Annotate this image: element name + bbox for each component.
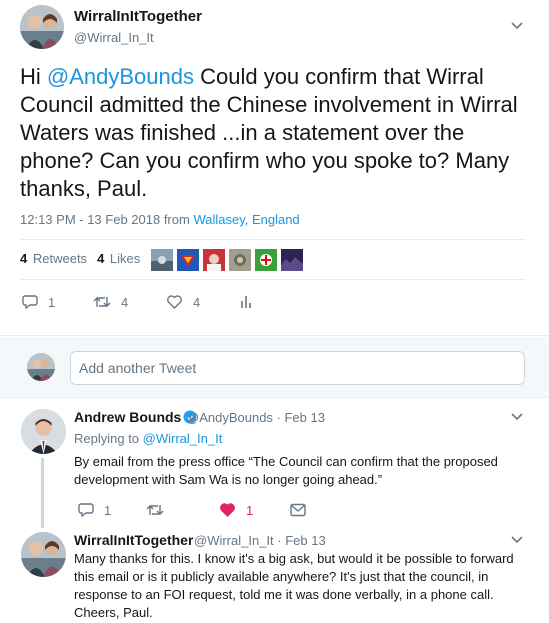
retweets-count: 4 bbox=[20, 251, 28, 266]
thread-connector bbox=[41, 458, 44, 528]
likes-count: 4 bbox=[97, 251, 105, 266]
reply-text: Many thanks for this. I know it's a big … bbox=[74, 551, 514, 620]
author-name[interactable]: WirralInItTogether bbox=[74, 8, 202, 25]
reply-date[interactable]: · Feb 13 bbox=[277, 533, 325, 548]
like-count: 1 bbox=[246, 502, 254, 518]
divider bbox=[0, 397, 549, 398]
heart-icon bbox=[167, 295, 182, 309]
like-button[interactable]: 1 bbox=[219, 499, 253, 521]
author-avatar[interactable] bbox=[20, 5, 64, 49]
reply-author-name[interactable]: WirralInItTogether bbox=[74, 532, 193, 548]
reply-icon bbox=[78, 503, 94, 518]
liker-avatar[interactable] bbox=[228, 248, 252, 272]
reply-button[interactable]: 1 bbox=[22, 291, 55, 313]
liker-avatar[interactable] bbox=[280, 248, 304, 272]
reply-count: 1 bbox=[104, 502, 112, 518]
main-tweet: WirralInItTogether @Wirral_In_It Hi @And… bbox=[0, 0, 549, 336]
tweet-stats: 4 Retweets 4 Likes bbox=[20, 251, 140, 266]
tweet-timestamp: 12:13 PM - 13 Feb 2018 from Wallasey, En… bbox=[20, 212, 300, 227]
likes-stat[interactable]: 4 Likes bbox=[97, 251, 140, 266]
message-button[interactable] bbox=[290, 499, 316, 521]
analytics-button[interactable] bbox=[240, 291, 262, 313]
replying-to: Replying to @Wirral_In_It bbox=[74, 431, 222, 446]
chevron-down-icon[interactable] bbox=[510, 535, 524, 545]
like-count: 4 bbox=[193, 294, 201, 310]
chevron-down-icon[interactable] bbox=[510, 412, 524, 422]
reply-avatar[interactable] bbox=[21, 532, 66, 577]
heart-filled-icon bbox=[220, 503, 235, 517]
reply-avatar[interactable] bbox=[21, 409, 66, 454]
tweet-text: Hi @AndyBounds Could you confirm that Wi… bbox=[20, 63, 530, 203]
reply-button[interactable]: 1 bbox=[78, 499, 111, 521]
current-user-avatar bbox=[27, 353, 55, 381]
replying-to-handle[interactable]: @Wirral_In_It bbox=[143, 431, 223, 446]
reply-author-handle[interactable]: @Wirral_In_It bbox=[194, 533, 274, 548]
reply-text: By email from the press office “The Coun… bbox=[74, 454, 498, 487]
mention-link[interactable]: @AndyBounds bbox=[47, 64, 194, 89]
retweets-stat[interactable]: 4 Retweets bbox=[20, 251, 87, 266]
liker-avatar[interactable] bbox=[176, 248, 200, 272]
retweet-button[interactable] bbox=[146, 499, 174, 521]
retweets-label: Retweets bbox=[32, 251, 88, 266]
retweet-button[interactable]: 4 bbox=[93, 291, 128, 313]
reply-author-name[interactable]: Andrew Bounds bbox=[74, 409, 199, 425]
reply-date[interactable]: · Feb 13 bbox=[277, 410, 325, 425]
divider bbox=[20, 239, 525, 240]
like-button[interactable]: 4 bbox=[166, 291, 200, 313]
reply-author-handle[interactable]: @AndyBounds bbox=[186, 410, 273, 425]
retweet-icon bbox=[93, 297, 111, 307]
reply-icon bbox=[22, 295, 38, 310]
author-handle[interactable]: @Wirral_In_It bbox=[74, 30, 154, 45]
liker-avatar[interactable] bbox=[150, 248, 174, 272]
retweet-icon bbox=[146, 505, 164, 515]
timestamp-text[interactable]: 12:13 PM - 13 Feb 2018 from bbox=[20, 212, 193, 227]
envelope-icon bbox=[290, 503, 306, 517]
analytics-icon bbox=[241, 296, 251, 308]
divider bbox=[20, 279, 525, 280]
replying-to-label: Replying to bbox=[74, 431, 143, 446]
retweet-count: 4 bbox=[121, 294, 129, 310]
reply-author-name-text: Andrew Bounds bbox=[74, 409, 182, 425]
reply-meta: @AndyBounds · Feb 13 bbox=[186, 410, 325, 425]
reply-count: 1 bbox=[48, 294, 56, 310]
location-link[interactable]: Wallasey, England bbox=[193, 212, 299, 227]
likes-label: Likes bbox=[109, 251, 141, 266]
add-tweet-input[interactable]: Add another Tweet bbox=[70, 351, 525, 385]
liker-avatar[interactable] bbox=[202, 248, 226, 272]
liker-avatar[interactable] bbox=[254, 248, 278, 272]
tweet-text-prefix: Hi bbox=[20, 64, 47, 89]
reply-meta: @Wirral_In_It · Feb 13 bbox=[194, 533, 326, 548]
chevron-down-icon[interactable] bbox=[510, 21, 524, 31]
